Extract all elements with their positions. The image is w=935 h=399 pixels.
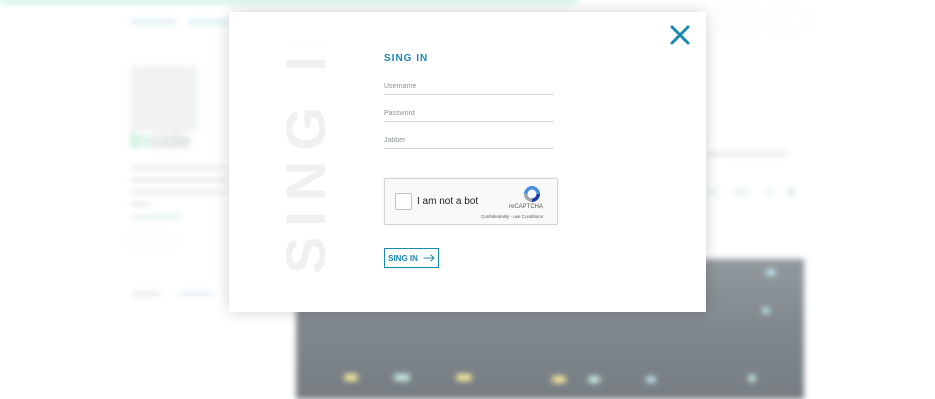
sign-in-modal: SING IN SING IN I am not a bot reCAPTCHA…: [229, 12, 706, 312]
modal-watermark: SING IN: [277, 42, 347, 282]
sign-in-button[interactable]: SING IN: [384, 248, 439, 268]
username-field[interactable]: [384, 79, 554, 95]
password-field[interactable]: [384, 106, 554, 122]
watermark-text: SING IN: [277, 42, 337, 274]
recaptcha-label: I am not a bot: [417, 196, 479, 207]
sign-in-button-label: SING IN: [388, 253, 418, 263]
modal-title: SING IN: [384, 53, 429, 64]
arrow-right-icon: [423, 254, 435, 262]
recaptcha-links[interactable]: Confidentiality - use Conditions: [481, 214, 543, 219]
close-button[interactable]: [666, 21, 694, 49]
recaptcha-logo-icon: [522, 184, 542, 204]
recaptcha-brand: reCAPTCHA: [509, 204, 544, 210]
jabber-field[interactable]: [384, 133, 554, 149]
recaptcha-checkbox[interactable]: [395, 193, 412, 210]
recaptcha-widget: I am not a bot reCAPTCHA Confidentiality…: [384, 178, 558, 225]
close-icon: [670, 25, 690, 45]
